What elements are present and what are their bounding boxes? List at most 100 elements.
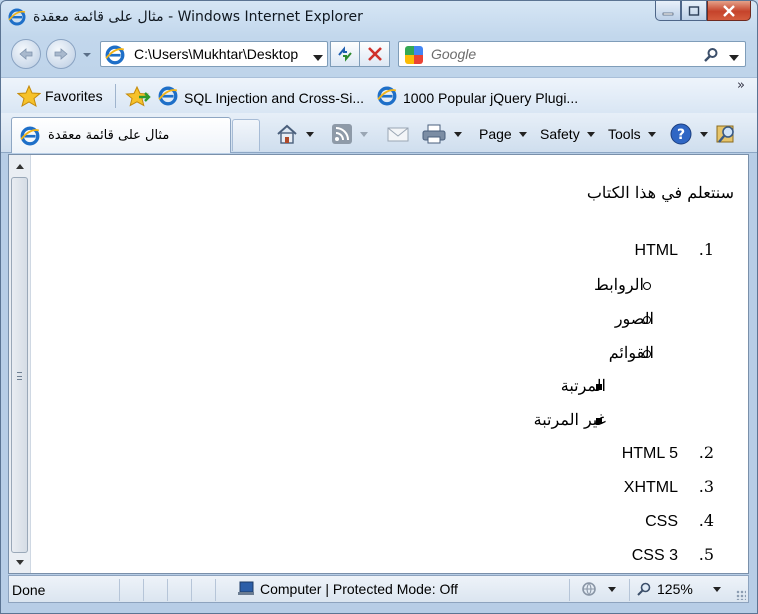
research-icon [716, 125, 734, 143]
status-bar: Done Computer | Protected Mode: Off 125% [8, 575, 749, 603]
intro-paragraph: سنتعلم في هذا الكتاب [586, 183, 734, 202]
toolbar-divider [115, 84, 116, 108]
navigation-bar: C:\Users\Mukhtar\Desktop [1, 35, 757, 73]
list-item: XHTML 3. [624, 477, 714, 497]
address-field[interactable]: C:\Users\Mukhtar\Desktop [100, 41, 328, 67]
feeds-button[interactable] [331, 121, 368, 147]
chevron-down-icon [518, 131, 527, 137]
stop-button[interactable] [360, 41, 390, 67]
title-bar[interactable]: مثال على قائمة معقدة - Windows Internet … [1, 1, 757, 33]
chevron-down-icon [454, 131, 462, 137]
favorites-button[interactable]: Favorites [45, 88, 103, 104]
address-url[interactable]: C:\Users\Mukhtar\Desktop [134, 46, 306, 62]
chevron-down-icon [608, 586, 616, 592]
svg-text:?: ? [677, 127, 685, 143]
zoom-control[interactable]: 125% [637, 581, 721, 597]
page-content: سنتعلم في هذا الكتاب HTML 1. الروابط الص… [33, 155, 749, 573]
safety-menu-label: Safety [540, 126, 580, 142]
chevron-down-icon [360, 131, 368, 137]
grip-icon [17, 372, 22, 380]
tab-title: مثال على قائمة معقدة [48, 128, 170, 143]
page-icon [105, 45, 125, 65]
search-icon[interactable] [703, 47, 719, 67]
search-input[interactable] [431, 46, 691, 62]
globe-gear-icon [582, 582, 596, 596]
scroll-up-button[interactable] [11, 157, 28, 174]
internet-explorer-icon [8, 8, 26, 26]
resize-grip-icon[interactable] [736, 590, 746, 600]
list-item-text: الروابط [594, 275, 644, 294]
google-logo-icon [405, 46, 423, 64]
close-button[interactable] [707, 1, 751, 21]
command-bar: مثال على قائمة معقدة Page Safety Tools ? [1, 113, 757, 153]
home-icon [277, 124, 297, 144]
add-favorite-icon[interactable] [125, 84, 151, 112]
vertical-scrollbar[interactable] [9, 155, 31, 573]
favorite-link[interactable]: 1000 Popular jQuery Plugi... [377, 86, 578, 109]
status-text: Done [12, 582, 46, 598]
printer-icon [422, 124, 446, 144]
scrollbar-thumb[interactable] [11, 177, 28, 553]
list-item-text: HTML 5 [621, 445, 678, 462]
caret-up-icon [15, 163, 24, 169]
caret-down-icon [15, 559, 24, 565]
help-button[interactable]: ? [669, 121, 708, 147]
list-item-text: CSS [645, 513, 678, 530]
favorites-star-icon[interactable] [16, 84, 42, 111]
page-icon [158, 86, 178, 109]
new-tab-button[interactable] [232, 119, 260, 151]
refresh-button[interactable] [330, 41, 360, 67]
chevron-down-icon [729, 55, 739, 61]
tools-menu-label: Tools [608, 126, 641, 142]
refresh-icon [338, 46, 352, 62]
mail-icon [387, 127, 409, 142]
tools-menu-button[interactable]: Tools [608, 121, 656, 147]
chevron-down-icon [700, 131, 708, 137]
computer-icon [238, 581, 254, 595]
list-item: CSS 4. [645, 511, 714, 531]
print-button[interactable] [421, 121, 462, 147]
page-viewport: سنتعلم في هذا الكتاب HTML 1. الروابط الص… [8, 154, 749, 574]
research-button[interactable] [714, 121, 738, 147]
square-bullet-icon [596, 384, 602, 390]
list-item-number: 5. [698, 545, 714, 564]
search-box[interactable] [398, 41, 746, 67]
list-item-text: CSS 3 [631, 547, 678, 564]
favorite-link-label: SQL Injection and Cross-Si... [184, 89, 365, 106]
security-zone-label: Computer | Protected Mode: Off [260, 581, 458, 597]
status-panes [119, 579, 239, 601]
tab-active[interactable]: مثال على قائمة معقدة [11, 117, 231, 153]
list-item-number: 2. [698, 443, 714, 462]
arrow-right-icon [54, 48, 68, 60]
window-title: مثال على قائمة معقدة - Windows Internet … [33, 9, 363, 25]
minimize-button[interactable] [655, 1, 681, 21]
list-item: CSS 3 5. [632, 545, 714, 565]
circle-bullet-icon [643, 282, 651, 290]
help-icon: ? [670, 123, 692, 145]
list-item-number: 4. [698, 511, 714, 530]
address-dropdown-icon[interactable] [313, 51, 323, 66]
scroll-down-button[interactable] [11, 554, 28, 571]
forward-button[interactable] [46, 39, 76, 69]
search-options-dropdown[interactable] [729, 51, 739, 66]
page-icon [20, 126, 40, 150]
read-mail-button[interactable] [387, 121, 409, 147]
back-button[interactable] [11, 39, 41, 69]
pop-up-blocker-button[interactable] [581, 581, 616, 597]
home-button[interactable] [275, 121, 314, 147]
page-menu-button[interactable]: Page [479, 121, 527, 147]
circle-bullet-icon [643, 316, 651, 324]
chevron-down-icon [712, 586, 721, 592]
maximize-icon [688, 5, 700, 16]
chevron-down-icon [647, 131, 656, 137]
security-zone[interactable]: Computer | Protected Mode: Off [237, 581, 458, 597]
circle-bullet-icon [643, 350, 651, 358]
list-item-number: 1. [698, 240, 714, 259]
page-icon [377, 86, 397, 109]
chevron-down-icon [306, 131, 314, 137]
maximize-button[interactable] [681, 1, 707, 21]
favorites-overflow-button[interactable]: » [737, 78, 745, 93]
favorite-link[interactable]: SQL Injection and Cross-Si... [158, 86, 364, 109]
recent-pages-dropdown[interactable] [82, 49, 92, 59]
safety-menu-button[interactable]: Safety [540, 121, 595, 147]
